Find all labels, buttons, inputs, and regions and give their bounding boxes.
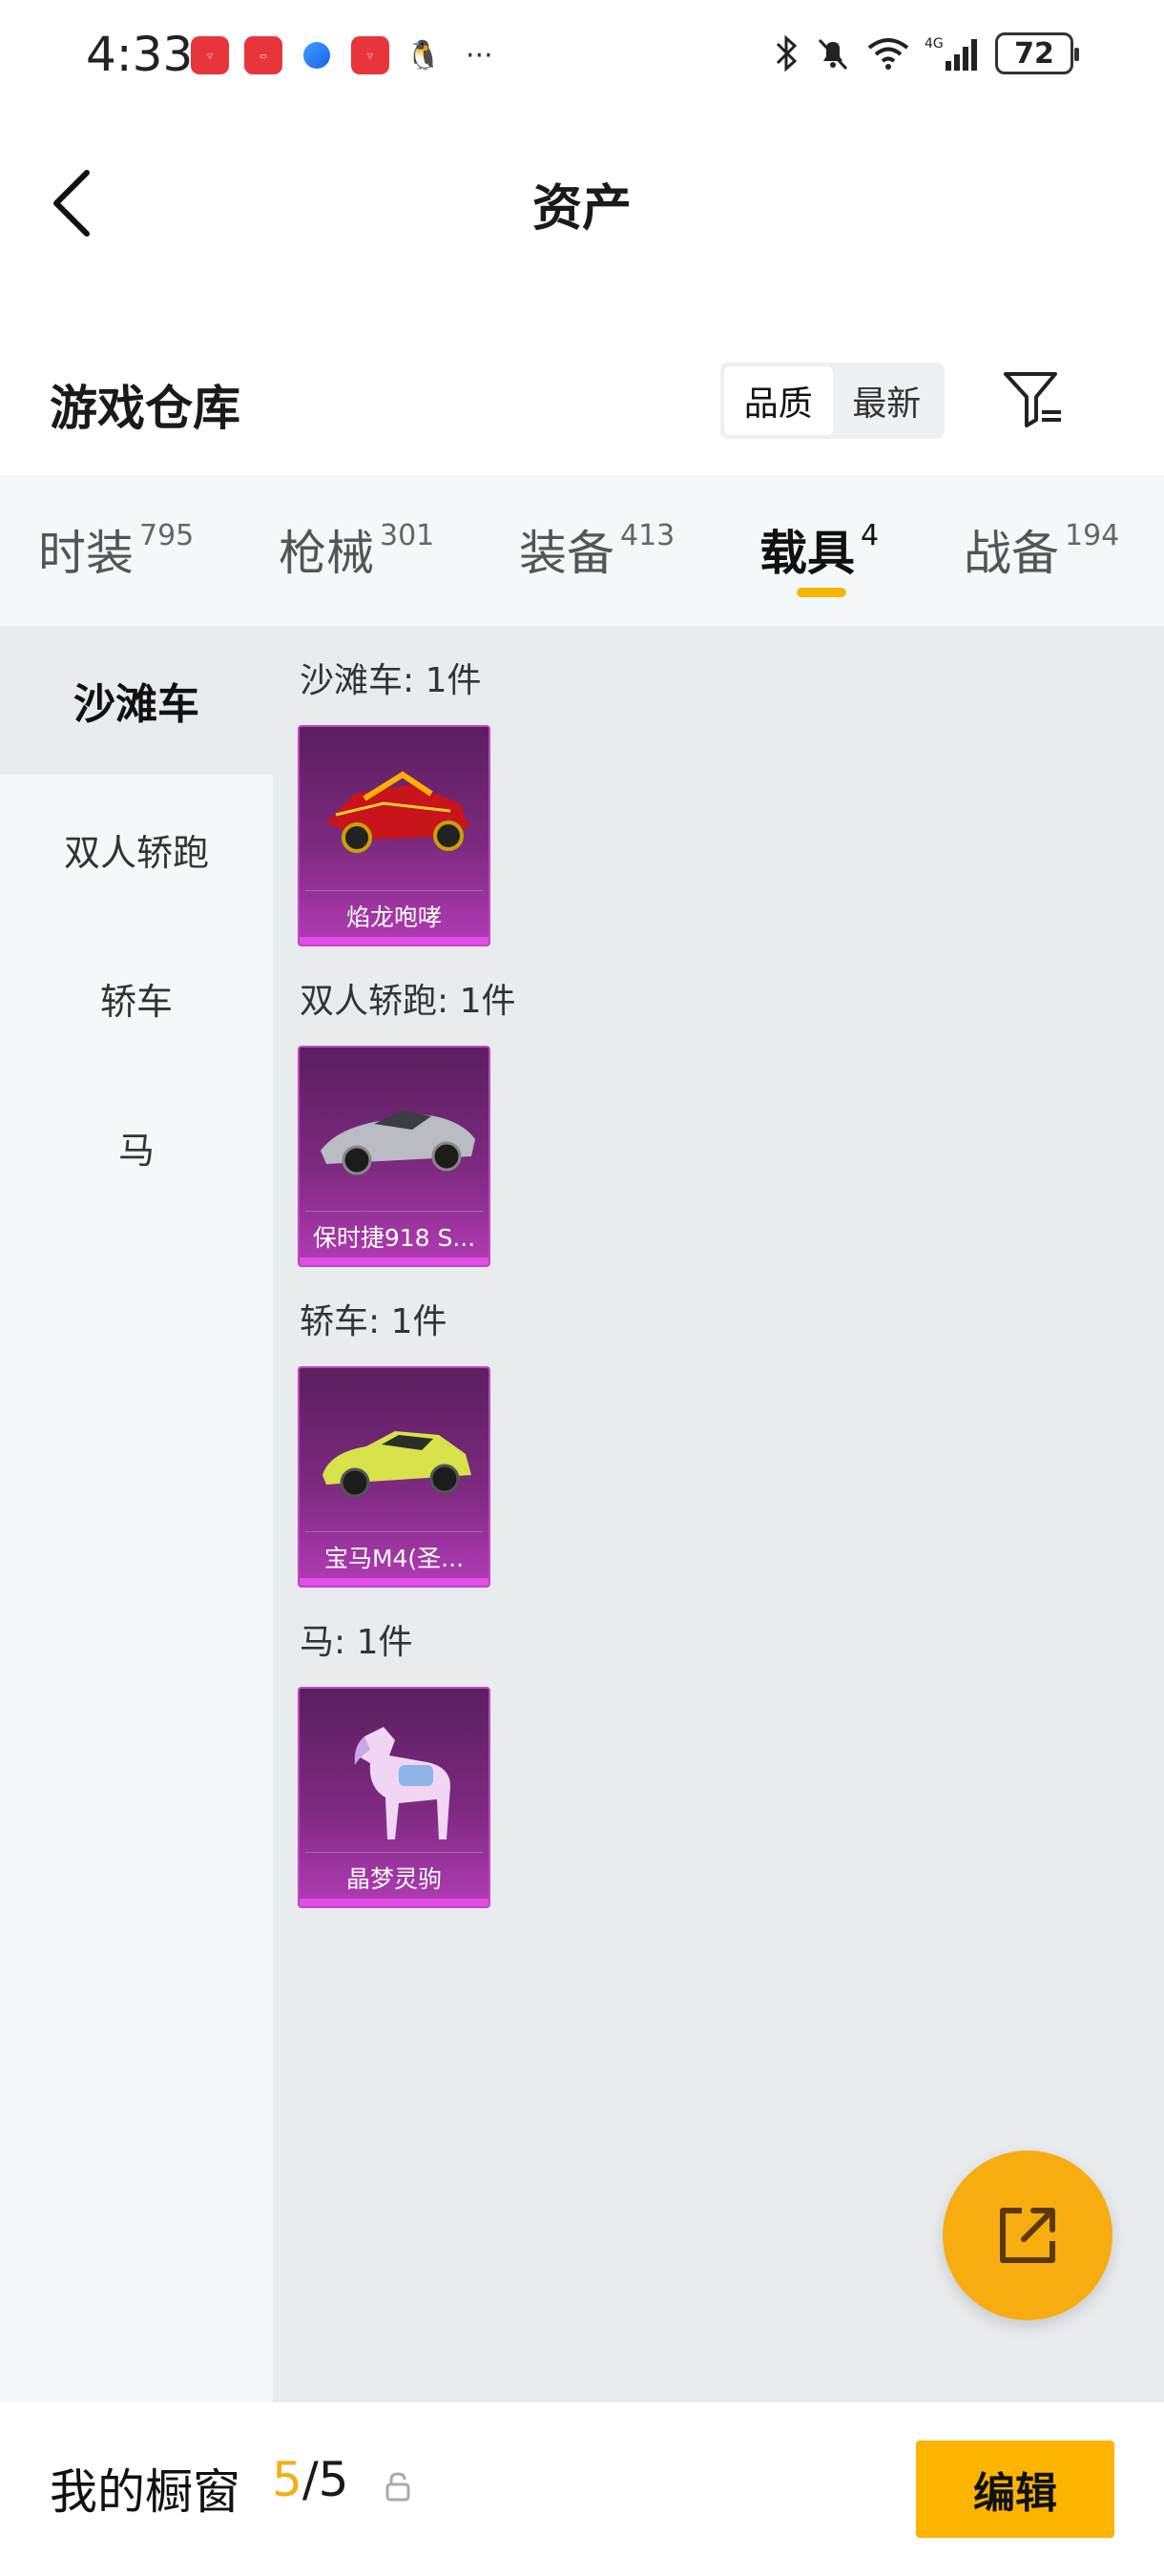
share-button[interactable] (943, 2150, 1112, 2320)
vehicle-list: 沙滩车: 1件 焰龙咆哮 双人轿跑: 1件 保时捷918 S... 轿车: 1件 (273, 626, 1164, 2402)
browser-icon (298, 36, 336, 74)
tab-count: 413 (620, 519, 676, 552)
svg-text:4G: 4G (925, 36, 944, 52)
showcase-count-current: 5 (272, 2452, 302, 2507)
tab-count: 301 (380, 519, 435, 552)
sort-option-latest[interactable]: 最新 (833, 366, 942, 435)
showcase-footer: 我的橱窗 5/5 编辑 (0, 2402, 1164, 2576)
filter-button[interactable] (1000, 364, 1069, 433)
card-divider (305, 1211, 483, 1212)
tab-count: 4 (861, 519, 880, 552)
sidebar-item-sedan[interactable]: 轿车 (0, 924, 273, 1072)
rarity-bar (300, 1899, 488, 1906)
card-divider (305, 1852, 483, 1853)
showcase-count-total: /5 (301, 2452, 349, 2507)
item-card[interactable]: 宝马M4(圣... (298, 1366, 490, 1588)
item-name: 保时捷918 S... (312, 1224, 476, 1252)
item-card[interactable]: 保时捷918 S... (298, 1046, 490, 1267)
tab-vehicles[interactable]: 载具 4 (759, 515, 879, 584)
tab-label: 时装 (38, 526, 134, 581)
showcase-count: 5/5 (272, 2452, 348, 2507)
warehouse-toolbar: 游戏仓库 品质 最新 (0, 343, 1164, 458)
active-tab-indicator (797, 588, 846, 597)
wifi-icon (867, 38, 909, 70)
lock-icon (385, 2472, 410, 2502)
showcase-title: 我的橱窗 (50, 2464, 240, 2520)
tablet-icon: ▭ (244, 36, 282, 74)
item-card[interactable]: 晶梦灵驹 (298, 1687, 490, 1908)
tab-count: 194 (1065, 519, 1120, 552)
sidebar-item-beach-buggy[interactable]: 沙滩车 (0, 626, 273, 775)
tab-label: 战备 (964, 526, 1059, 581)
group-title: 轿车: 1件 (300, 1302, 447, 1341)
status-bar: 4:33 ▽ ▭ ▽ 🐧 ··· 4G 72 (0, 0, 1164, 113)
group-title: 沙滩车: 1件 (300, 661, 482, 700)
rarity-bar (300, 1257, 488, 1265)
share-icon (1000, 2208, 1055, 2263)
warehouse-title: 游戏仓库 (50, 381, 240, 436)
sedan-image (322, 1431, 471, 1498)
sports-car-image (321, 1111, 475, 1175)
card-divider (305, 1531, 483, 1532)
item-name: 宝马M4(圣... (323, 1545, 465, 1572)
mute-icon (818, 38, 848, 71)
battery-indicator: 72 (995, 32, 1079, 74)
qq-icon: 🐧 (405, 36, 443, 74)
horse-image (354, 1727, 450, 1839)
tab-fashion[interactable]: 时装 795 (38, 515, 194, 584)
group-title: 双人轿跑: 1件 (300, 982, 516, 1021)
huawei-icon: ▽ (191, 36, 229, 74)
status-time: 4:33 (86, 27, 194, 82)
huawei-icon: ▽ (351, 36, 389, 74)
notification-icons: ▽ ▭ ▽ 🐧 ··· (191, 36, 493, 74)
system-icons: 4G 72 (774, 32, 1079, 74)
rarity-bar (300, 937, 488, 945)
app-header: 资产 (0, 113, 1164, 284)
edit-button[interactable]: 编辑 (916, 2441, 1114, 2538)
tab-label: 枪械 (279, 526, 374, 581)
bluetooth-icon (776, 34, 798, 73)
tab-label: 载具 (759, 526, 855, 581)
tab-weapons[interactable]: 枪械 301 (279, 515, 434, 584)
more-notifications-icon: ··· (466, 38, 493, 73)
tab-equipment[interactable]: 装备 413 (519, 515, 675, 584)
group-title: 马: 1件 (300, 1623, 413, 1662)
sidebar-item-horse[interactable]: 马 (0, 1072, 273, 1221)
item-name: 晶梦灵驹 (345, 1865, 442, 1893)
tab-label: 装备 (519, 526, 614, 581)
page-title: 资产 (531, 180, 632, 238)
card-divider (305, 890, 483, 891)
subcategory-sidebar: 沙滩车 双人轿跑 轿车 马 (0, 626, 273, 2402)
category-tabs: 时装 795 枪械 301 装备 413 载具 4 战备 194 (0, 475, 1164, 626)
tab-count: 795 (139, 519, 195, 552)
sidebar-item-coupe[interactable]: 双人轿跑 (0, 775, 273, 924)
item-name: 焰龙咆哮 (345, 904, 442, 931)
filter-icon (1004, 372, 1061, 427)
signal-icon: 4G (925, 36, 977, 71)
rarity-bar (300, 1578, 488, 1586)
buggy-image (326, 771, 469, 853)
item-card[interactable]: 焰龙咆哮 (298, 725, 490, 946)
sort-option-quality[interactable]: 品质 (724, 366, 833, 435)
tab-battle-gear[interactable]: 战备 194 (964, 515, 1119, 584)
sort-toggle: 品质 最新 (720, 363, 945, 439)
